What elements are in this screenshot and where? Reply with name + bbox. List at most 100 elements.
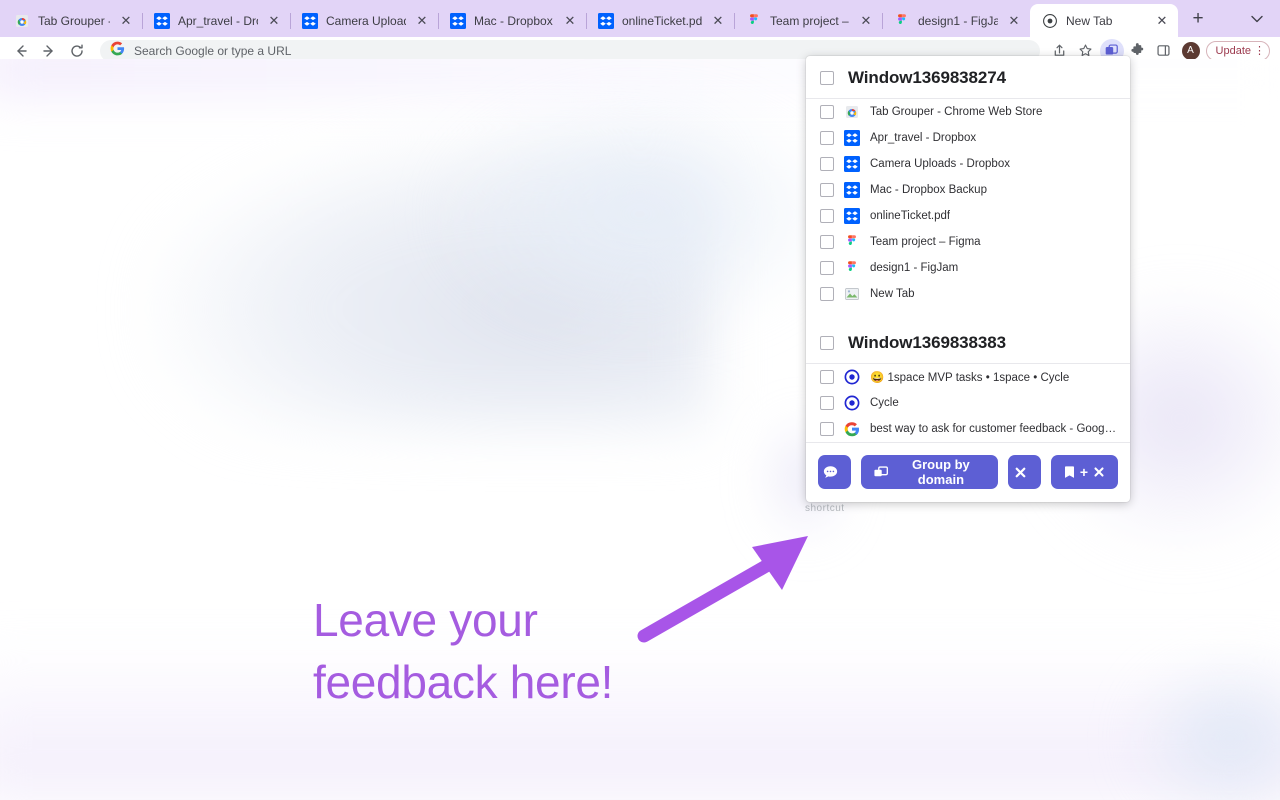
tab-list-item-label: New Tab — [870, 288, 915, 300]
tab-close-icon[interactable]: ✕ — [266, 13, 282, 29]
browser-tab[interactable]: Team project – Figma ✕ — [734, 4, 883, 37]
tab-close-icon[interactable]: ✕ — [562, 13, 578, 29]
tab-list-item[interactable]: Mac - Dropbox Backup — [806, 177, 1130, 203]
annotation-line-1: Leave your — [313, 594, 538, 646]
dropbox-favicon-icon — [302, 12, 318, 29]
tab-checkbox[interactable] — [820, 370, 834, 384]
tab-list-item[interactable]: 😀 1space MVP tasks • 1space • Cycle — [806, 364, 1130, 390]
plus-sign-label: + — [1079, 464, 1089, 480]
chrome-favicon-icon — [1042, 13, 1058, 29]
background-page-text: shortcut — [805, 503, 845, 514]
tab-list-item-label: Team project – Figma — [870, 236, 981, 248]
window-group-checkbox[interactable] — [820, 336, 834, 350]
chat-bubble-icon — [822, 464, 839, 481]
browser-tab[interactable]: New Tab ✕ — [1030, 4, 1178, 37]
cycle-favicon-icon — [844, 395, 860, 411]
update-button-label: Update — [1215, 44, 1251, 57]
new-tab-button[interactable]: + — [1184, 6, 1212, 34]
browser-tab-title: Camera Uploads - Dropbox — [326, 13, 406, 28]
tab-list-item[interactable]: best way to ask for customer feedback - … — [806, 416, 1130, 442]
tab-grouper-popup: Window1369838274 Tab Grouper - Chrome Web… — [806, 56, 1130, 502]
tab-checkbox[interactable] — [820, 261, 834, 275]
window-group-title: Window1369838383 — [848, 333, 1006, 352]
tab-list-item-label: design1 - FigJam — [870, 262, 959, 274]
browser-tab[interactable]: Tab Grouper - Chrome Web Store ✕ — [2, 4, 143, 37]
tab-list-item[interactable]: Camera Uploads - Dropbox — [806, 151, 1130, 177]
tab-list-item[interactable]: design1 - FigJam — [806, 255, 1130, 281]
browser-tab[interactable]: Mac - Dropbox Backup ✕ — [438, 4, 587, 37]
browser-chrome: Tab Grouper - Chrome Web Store✕Apr_trave… — [0, 0, 1280, 64]
figma-favicon-icon — [894, 13, 910, 29]
window-group-header[interactable]: Window1369838274 — [806, 56, 1130, 99]
chrome-menu-icon[interactable]: ⋮ — [1254, 44, 1265, 57]
bookmark-and-close-button[interactable]: + — [1050, 455, 1119, 489]
tab-list-item[interactable]: Tab Grouper - Chrome Web Store — [806, 99, 1130, 125]
annotation-line-2: feedback here! — [313, 656, 614, 708]
tab-list-item-label: Cycle — [870, 397, 899, 409]
tab-close-icon[interactable]: ✕ — [858, 13, 874, 29]
popup-footer-toolbar: Group by domain + — [806, 442, 1130, 502]
tab-close-icon[interactable]: ✕ — [1006, 13, 1022, 29]
dropbox-favicon-icon — [598, 12, 614, 29]
tab-checkbox[interactable] — [820, 157, 834, 171]
group-by-domain-button[interactable]: Group by domain — [860, 455, 998, 489]
feedback-annotation-text: Leave your feedback here! — [313, 589, 613, 713]
tab-list-item[interactable]: Cycle — [806, 390, 1130, 416]
group-by-domain-label: Group by domain — [912, 457, 970, 487]
window-group: Window1369838274 Tab Grouper - Chrome Web… — [806, 56, 1130, 307]
figma-favicon-icon — [746, 13, 762, 29]
tab-list-item[interactable]: onlineTicket.pdf — [806, 203, 1130, 229]
google-g-icon — [110, 41, 125, 61]
dropbox-favicon-icon — [844, 130, 860, 146]
chrome-webstore-favicon-icon — [14, 13, 30, 29]
tab-close-icon[interactable]: ✕ — [1154, 13, 1170, 29]
tab-list-item[interactable]: Team project – Figma — [806, 229, 1130, 255]
tab-list-item-label: Mac - Dropbox Backup — [870, 184, 987, 196]
feedback-button[interactable] — [818, 455, 851, 489]
browser-tab[interactable]: design1 - FigJam ✕ — [882, 4, 1031, 37]
background-blur-6 — [1130, 659, 1280, 800]
tab-list-item[interactable]: Apr_travel - Dropbox — [806, 125, 1130, 151]
browser-tab-title: New Tab — [1066, 13, 1113, 28]
tab-checkbox[interactable] — [820, 396, 834, 410]
browser-tab-title: Apr_travel - Dropbox — [178, 13, 258, 28]
browser-tab-title: design1 - FigJam — [918, 13, 998, 28]
tab-list-item-label: Camera Uploads - Dropbox — [870, 158, 1010, 170]
browser-tab[interactable]: Camera Uploads - Dropbox ✕ — [290, 4, 439, 37]
tab-checkbox[interactable] — [820, 183, 834, 197]
chevron-down-icon[interactable] — [1244, 7, 1270, 33]
browser-tab[interactable]: Apr_travel - Dropbox ✕ — [142, 4, 291, 37]
tab-checkbox[interactable] — [820, 209, 834, 223]
window-group-checkbox[interactable] — [820, 71, 834, 85]
newtab-image-favicon-icon — [844, 286, 860, 302]
tab-checkbox[interactable] — [820, 287, 834, 301]
bookmark-plus-close-icon — [1063, 465, 1076, 480]
tab-close-icon[interactable]: ✕ — [710, 13, 726, 29]
figma-favicon-icon — [844, 260, 860, 276]
cycle-favicon-icon — [844, 369, 860, 385]
update-button[interactable]: Update ⋮ — [1205, 40, 1270, 61]
browser-tab[interactable]: onlineTicket.pdf ✕ — [586, 4, 735, 37]
tab-checkbox[interactable] — [820, 422, 834, 436]
avatar-initial: A — [1187, 45, 1194, 56]
tab-checkbox[interactable] — [820, 131, 834, 145]
tab-close-icon[interactable]: ✕ — [414, 13, 430, 29]
tab-list-item-label: 😀 1space MVP tasks • 1space • Cycle — [870, 372, 1070, 384]
tab-checkbox[interactable] — [820, 235, 834, 249]
close-x-icon — [1092, 465, 1106, 479]
window-group-header[interactable]: Window1369838383 — [806, 321, 1130, 364]
dropbox-favicon-icon — [844, 208, 860, 224]
close-tabs-button[interactable] — [1007, 455, 1041, 489]
background-blur-3 — [430, 89, 850, 339]
tab-strip: Tab Grouper - Chrome Web Store✕Apr_trave… — [0, 0, 1280, 37]
avatar[interactable]: A — [1181, 41, 1200, 60]
close-x-icon — [1013, 465, 1028, 480]
window-group-list: Window1369838274 Tab Grouper - Chrome Web… — [806, 56, 1130, 442]
tab-checkbox[interactable] — [820, 105, 834, 119]
tab-close-icon[interactable]: ✕ — [118, 13, 134, 29]
tab-list-item-label: Apr_travel - Dropbox — [870, 132, 977, 144]
tab-list-item[interactable]: New Tab — [806, 281, 1130, 307]
dropbox-favicon-icon — [450, 12, 466, 29]
chrome-webstore-favicon-icon — [844, 104, 860, 120]
